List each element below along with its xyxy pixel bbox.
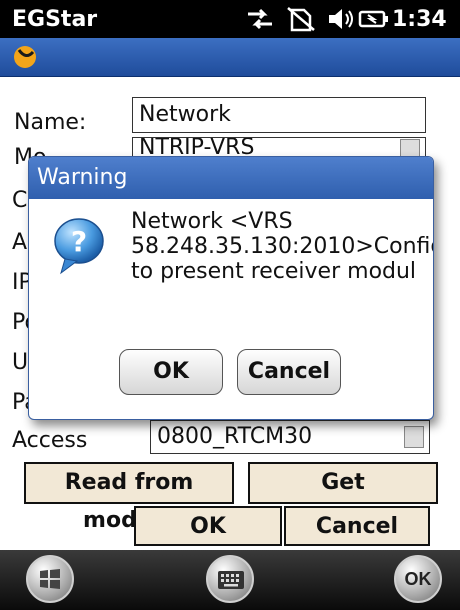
get-sourcetable-button[interactable]: Get sourcetable [248,462,438,533]
windows-start-icon[interactable] [26,555,74,603]
network-sync-icon[interactable] [244,6,276,32]
name-input[interactable]: Network [132,97,426,133]
speaker-icon[interactable] [326,6,356,32]
dialog-ok-button[interactable]: OK [119,349,223,395]
app-logo-icon [14,46,36,68]
access-dropdown[interactable]: 0800_RTCM30 [150,420,430,454]
mode-dropdown[interactable]: NTRIP-VRS [132,137,426,157]
softkey-ok-button[interactable]: OK [394,555,442,603]
clock: 1:34 [392,7,447,32]
ok-button[interactable]: OK [134,506,282,546]
access-dropdown-arrow-icon[interactable] [404,426,424,448]
svg-text:?: ? [71,225,87,258]
app-title: EGStar [12,7,98,32]
no-sim-icon[interactable] [286,6,316,32]
warning-dialog: Warning ? Network <VRS 58.248.35.130:201… [28,156,434,420]
read-from-module-button[interactable]: Read from module [24,462,234,533]
question-icon: ? [54,218,104,275]
dialog-message: Network <VRS 58.248.35.130:2010>Configur… [131,209,433,284]
title-bar [0,38,460,77]
access-label: Access [12,428,88,453]
battery-charging-icon[interactable] [358,6,390,32]
name-label: Name: [14,110,87,135]
cancel-button[interactable]: Cancel [284,506,430,546]
dialog-title: Warning [29,157,433,199]
dialog-cancel-button[interactable]: Cancel [237,349,341,395]
keyboard-icon[interactable] [206,555,254,603]
